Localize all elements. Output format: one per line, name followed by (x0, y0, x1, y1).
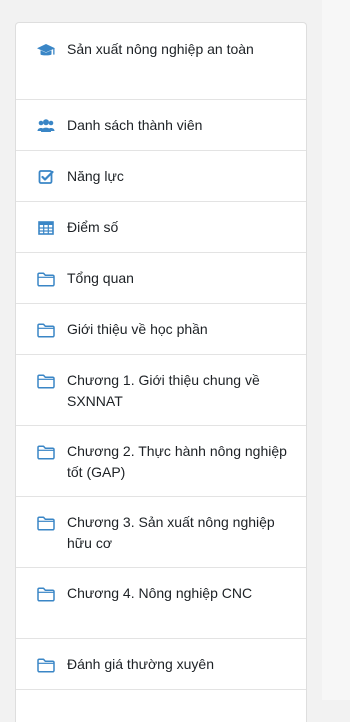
nav-item-grades[interactable]: Điểm số (16, 202, 306, 253)
nav-item-competencies[interactable]: Năng lực (16, 151, 306, 202)
nav-item-label: Chương 4. Nông nghiệp CNC (67, 585, 253, 601)
nav-item-label: Đánh giá thường xuyên (67, 656, 214, 672)
nav-item-label: Năng lực (67, 168, 124, 184)
folder-icon (37, 585, 55, 603)
nav-item-label: Giới thiệu về học phần (67, 321, 208, 337)
folder-icon (37, 372, 55, 390)
users-icon (37, 117, 55, 135)
nav-item-chapter-4[interactable]: Chương 4. Nông nghiệp CNC (16, 568, 306, 639)
nav-item-overview[interactable]: Tổng quan (16, 253, 306, 304)
table-icon (37, 219, 55, 237)
nav-item-course-home[interactable]: Sản xuất nông nghiệp an toàn (16, 23, 306, 100)
nav-item-label: Danh sách thành viên (67, 117, 203, 133)
graduation-cap-icon (37, 42, 55, 60)
folder-icon (37, 514, 55, 532)
nav-item-label: Chương 2. Thực hành nông nghiệp tốt (GAP… (67, 443, 287, 480)
nav-item-label: Tổng quan (67, 270, 134, 286)
folder-icon (37, 321, 55, 339)
page-content-edge (322, 0, 350, 700)
nav-item-label: Chương 1. Giới thiệu chung về SXNNAT (67, 372, 260, 409)
nav-item-chapter-1[interactable]: Chương 1. Giới thiệu chung về SXNNAT (16, 355, 306, 426)
nav-item-label: Sản xuất nông nghiệp an toàn (67, 41, 254, 57)
folder-icon (37, 443, 55, 461)
nav-item-regular-assessment[interactable]: Đánh giá thường xuyên (16, 639, 306, 690)
nav-item-participants[interactable]: Danh sách thành viên (16, 100, 306, 151)
folder-icon (37, 656, 55, 674)
checkbox-icon (37, 168, 55, 186)
nav-item-chapter-2[interactable]: Chương 2. Thực hành nông nghiệp tốt (GAP… (16, 426, 306, 497)
nav-item-module-intro[interactable]: Giới thiệu về học phần (16, 304, 306, 355)
nav-item-chapter-3[interactable]: Chương 3. Sản xuất nông nghiệp hữu cơ (16, 497, 306, 568)
nav-item-label: Điểm số (67, 219, 119, 235)
folder-icon (37, 270, 55, 288)
nav-item-label: Chương 3. Sản xuất nông nghiệp hữu cơ (67, 514, 275, 551)
course-navigation-drawer: Sản xuất nông nghiệp an toàn Danh sách t… (15, 22, 307, 722)
